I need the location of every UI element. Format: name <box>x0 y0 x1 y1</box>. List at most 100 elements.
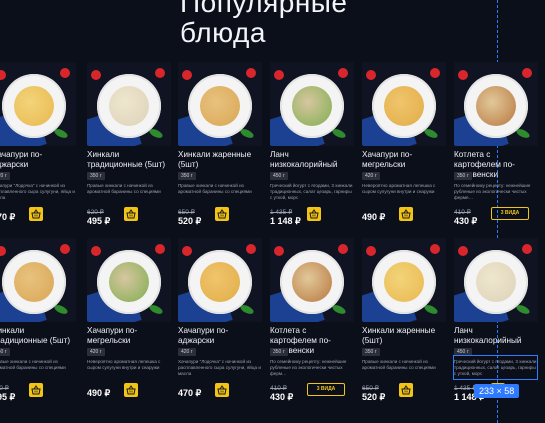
product-photo[interactable] <box>454 62 538 146</box>
basket-icon <box>217 209 227 219</box>
tomato-decoration <box>366 246 376 256</box>
tomato-decoration <box>91 70 101 80</box>
dish-image <box>384 262 424 302</box>
product-price: 520 ₽ <box>178 216 202 226</box>
product-card[interactable]: Хачапури по-аджарски 420 г Хачапури "Лод… <box>178 238 262 414</box>
dish-image <box>200 262 240 302</box>
product-card[interactable]: Хачапури по-мегрельски 420 г Невероятно … <box>87 238 171 414</box>
herb-decoration <box>515 303 531 316</box>
product-description: Невероятно ароматная лепешка с сыром сул… <box>87 359 161 370</box>
herb-decoration <box>331 127 347 140</box>
product-photo[interactable] <box>362 62 446 146</box>
add-to-cart-button[interactable] <box>399 207 413 221</box>
add-to-cart-button[interactable] <box>215 207 229 221</box>
product-card[interactable]: Хачапури по-аджарски 420 г Хачапури "Лод… <box>0 62 76 238</box>
weight-badge: 350 г <box>0 348 10 356</box>
product-card[interactable]: Хинкали традиционные (5шт) 350 г Правые … <box>0 238 76 414</box>
tomato-decoration <box>522 68 532 78</box>
product-photo[interactable] <box>270 62 354 146</box>
product-photo[interactable] <box>270 238 354 322</box>
product-card[interactable]: Ланч низкокалорийный 450 г Греческий йог… <box>270 62 354 238</box>
product-photo[interactable] <box>178 238 262 322</box>
tomato-decoration <box>91 246 101 256</box>
dish-image <box>14 86 54 126</box>
tomato-decoration <box>182 246 192 256</box>
basket-icon <box>401 209 411 219</box>
product-photo[interactable] <box>362 238 446 322</box>
product-photo[interactable] <box>87 238 171 322</box>
product-card[interactable]: Хинкали жаренные (5шт) 350 г Правые хинк… <box>178 62 262 238</box>
add-to-cart-button[interactable] <box>307 207 321 221</box>
variants-button[interactable]: 3 ВИДА <box>307 383 345 396</box>
old-price: 650 ₽ <box>178 209 195 216</box>
product-card[interactable]: Хинкали традиционные (5шт) 350 г Правые … <box>87 62 171 238</box>
herb-decoration <box>148 127 164 140</box>
basket-icon <box>401 385 411 395</box>
dish-image <box>14 262 54 302</box>
dish-image <box>200 86 240 126</box>
add-to-cart-button[interactable] <box>399 383 413 397</box>
product-photo[interactable] <box>178 62 262 146</box>
product-card[interactable]: Хачапури по-мегрельски 420 г Невероятно … <box>362 62 446 238</box>
tomato-decoration <box>458 246 468 256</box>
product-name[interactable]: Хинкали жаренные (5шт) <box>178 150 262 170</box>
basket-icon <box>31 385 41 395</box>
product-name[interactable]: Хинкали традиционные (5шт) <box>0 326 76 346</box>
product-description: Правые хинкали с начинкой из ароматной б… <box>362 359 436 370</box>
product-name[interactable]: Ланч низкокалорийный <box>270 150 354 170</box>
add-to-cart-button[interactable] <box>124 207 138 221</box>
product-photo[interactable] <box>0 238 76 322</box>
product-name[interactable]: Хачапури по-аджарски <box>178 326 262 346</box>
add-to-cart-button[interactable] <box>124 383 138 397</box>
selection-outline <box>453 355 538 380</box>
tomato-decoration <box>246 244 256 254</box>
product-name[interactable]: Хачапури по-мегрельски <box>87 326 171 346</box>
tomato-decoration <box>60 244 70 254</box>
product-card[interactable]: Хинкали жаренные (5шт) 350 г Правые хинк… <box>362 238 446 414</box>
product-description: Правые хинкали с начинкой из ароматной б… <box>87 183 161 194</box>
herb-decoration <box>423 303 439 316</box>
add-to-cart-button[interactable] <box>215 383 229 397</box>
dish-image <box>109 262 149 302</box>
variants-button[interactable]: 3 ВИДА <box>491 207 529 220</box>
product-row: Хачапури по-аджарски 420 г Хачапури "Лод… <box>0 62 545 238</box>
old-price: 620 ₽ <box>0 385 9 392</box>
weight-badge: 420 г <box>87 348 105 356</box>
product-photo[interactable] <box>454 238 538 322</box>
herb-decoration <box>53 303 69 316</box>
product-description: Правые хинкали с начинкой из ароматной б… <box>0 359 66 370</box>
add-to-cart-button[interactable] <box>29 383 43 397</box>
product-name[interactable]: Хачапури по-мегрельски <box>362 150 446 170</box>
product-price: 495 ₽ <box>0 392 16 402</box>
product-photo[interactable] <box>0 62 76 146</box>
tomato-decoration <box>366 70 376 80</box>
old-price: 620 ₽ <box>87 209 104 216</box>
old-price: 410 ₽ <box>454 209 471 216</box>
product-card[interactable]: Котлета с картофелем по-деревенски 350 г… <box>454 62 538 238</box>
product-description: Греческий йогурт с ягодами, 3 хинкали тр… <box>270 183 353 200</box>
dish-image <box>109 86 149 126</box>
tomato-decoration <box>458 70 468 80</box>
tomato-decoration <box>338 68 348 78</box>
tomato-decoration <box>274 70 284 80</box>
add-to-cart-button[interactable] <box>29 207 43 221</box>
product-price: 470 ₽ <box>178 388 202 398</box>
basket-icon <box>217 385 227 395</box>
product-name[interactable]: Хинкали жаренные (5шт) <box>362 326 446 346</box>
dish-image <box>292 86 332 126</box>
product-name[interactable]: Хачапури по-аджарски <box>0 150 76 170</box>
product-name[interactable]: Ланч низкокалорийный <box>454 326 538 346</box>
tomato-decoration <box>246 68 256 78</box>
product-card[interactable]: Котлета с картофелем по-деревенски 350 г… <box>270 238 354 414</box>
product-price: 430 ₽ <box>454 216 478 226</box>
old-price: 410 ₽ <box>270 385 287 392</box>
dish-image <box>476 86 516 126</box>
herb-decoration <box>423 127 439 140</box>
weight-badge: 350 г <box>362 348 380 356</box>
tomato-decoration <box>60 68 70 78</box>
herb-decoration <box>239 127 255 140</box>
product-photo[interactable] <box>87 62 171 146</box>
product-name[interactable]: Хинкали традиционные (5шт) <box>87 150 171 170</box>
weight-badge: 420 г <box>178 348 196 356</box>
basket-icon <box>31 209 41 219</box>
